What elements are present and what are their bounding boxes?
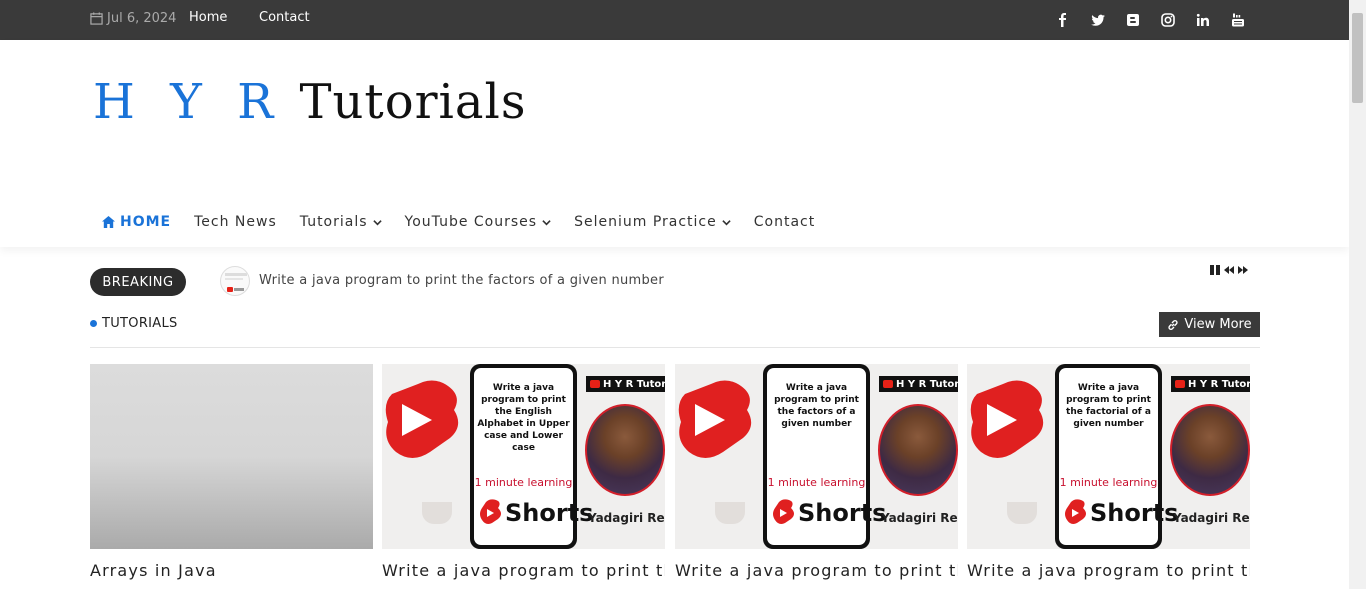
phone-mockup: Write a java program to print the Englis… [470, 364, 593, 549]
chevron-down-icon [542, 219, 551, 225]
instagram-icon[interactable] [1160, 12, 1176, 28]
author-photo [878, 404, 958, 496]
thumbnail-caption: Write a java program to print the factor… [774, 383, 859, 429]
phone-mockup: Write a java program to print the factor… [763, 364, 886, 549]
post-card[interactable]: Write a java program to print the factor… [967, 364, 1250, 580]
pause-icon[interactable] [1209, 264, 1221, 276]
site-logo[interactable]: H Y R Tutorials [93, 74, 526, 130]
breaking-thumbnail[interactable] [220, 266, 250, 296]
coffee-cup-decoration [422, 502, 452, 524]
nav-item-tech-news[interactable]: Tech News [194, 214, 277, 230]
site-header: H Y R Tutorials HOME Tech News Tutorials… [0, 40, 1349, 247]
previous-icon[interactable] [1223, 264, 1235, 276]
date-text: Jul 6, 2024 [107, 11, 177, 26]
youtube-shorts-logo-icon [678, 380, 752, 458]
thumbnail-learning-label: 1 minute learning [767, 476, 866, 489]
youtube-shorts-logo-icon [970, 380, 1044, 458]
post-thumbnail[interactable]: Write a java program to print the factor… [967, 364, 1250, 549]
thumbnail-caption: Write a java program to print the factor… [1066, 383, 1151, 429]
thumbnail-caption: Write a java program to print the Englis… [477, 383, 570, 453]
phone-mockup: Write a java program to print the factor… [1055, 364, 1178, 549]
section-divider [90, 347, 1260, 348]
shorts-label: Shorts [478, 498, 593, 528]
facebook-icon[interactable] [1055, 12, 1071, 28]
twitter-icon[interactable] [1090, 12, 1106, 28]
coffee-cup-decoration [715, 502, 745, 524]
blogger-icon[interactable] [1125, 12, 1141, 28]
nav-item-contact[interactable]: Contact [754, 214, 815, 230]
chevron-down-icon [372, 219, 382, 225]
shorts-label: Shorts [1063, 498, 1178, 528]
shorts-icon [773, 499, 794, 524]
post-title[interactable]: Write a java program to print the Englis… [382, 561, 665, 580]
post-title[interactable]: Arrays in Java [90, 561, 373, 580]
channel-badge: H Y R Tutorials [586, 376, 665, 392]
chevron-down-icon [722, 219, 731, 225]
post-card[interactable]: Write a java program to print the factor… [675, 364, 958, 580]
section-title: TUTORIALS [90, 316, 178, 331]
social-links [1055, 12, 1246, 28]
author-name: Yadagiri Reddy [1173, 511, 1250, 525]
author-photo [1170, 404, 1250, 496]
nav-label: YouTube Courses [404, 214, 538, 230]
thumbnail-learning-label: 1 minute learning [474, 476, 573, 489]
scrollbar-thumb[interactable] [1352, 13, 1363, 103]
nav-label: Selenium Practice [574, 214, 717, 230]
post-card[interactable]: Arrays in Java [90, 364, 373, 580]
top-bar: Jul 6, 2024 Home Contact [0, 0, 1349, 40]
shorts-icon [480, 499, 501, 524]
breaking-badge: BREAKING [90, 268, 186, 296]
author-photo [585, 404, 665, 496]
logo-part-1: H Y R [93, 74, 284, 130]
nav-label: Tutorials [299, 214, 368, 230]
youtube-shorts-logo-icon [385, 380, 459, 458]
topbar-link-home[interactable]: Home [189, 10, 227, 25]
link-icon [1168, 319, 1178, 330]
coffee-cup-decoration [1007, 502, 1037, 524]
topbar-link-contact[interactable]: Contact [259, 10, 310, 25]
nav-item-tutorials[interactable]: Tutorials [300, 214, 382, 230]
date-display: Jul 6, 2024 [90, 11, 176, 26]
page-scrollbar[interactable] [1349, 0, 1366, 589]
breaking-headline[interactable]: Write a java program to print the factor… [259, 273, 664, 288]
post-card[interactable]: Write a java program to print the Englis… [382, 364, 665, 580]
channel-badge: H Y R Tutorials [879, 376, 958, 392]
youtube-small-icon [1175, 380, 1185, 388]
post-thumbnail[interactable] [90, 364, 373, 549]
ticker-controls [1209, 264, 1249, 276]
view-more-button[interactable]: View More [1159, 312, 1260, 337]
youtube-small-icon [590, 380, 600, 388]
author-name: Yadagiri Reddy [588, 511, 665, 525]
shorts-icon [1065, 499, 1086, 524]
nav-home-label: HOME [120, 214, 172, 230]
author-name: Yadagiri Reddy [881, 511, 958, 525]
thumbnail-learning-label: 1 minute learning [1059, 476, 1158, 489]
shorts-label: Shorts [771, 498, 886, 528]
youtube-small-icon [883, 380, 893, 388]
section-title-text: TUTORIALS [102, 316, 178, 331]
nav-item-home[interactable]: HOME [102, 214, 171, 230]
post-title[interactable]: Write a java program to print the factor… [967, 561, 1250, 580]
nav-item-selenium-practice[interactable]: Selenium Practice [574, 214, 731, 230]
calendar-icon [90, 12, 103, 25]
view-more-label: View More [1184, 317, 1252, 332]
post-thumbnail[interactable]: Write a java program to print the factor… [675, 364, 958, 549]
nav-label: Tech News [194, 214, 277, 230]
main-nav: HOME Tech News Tutorials YouTube Courses… [90, 211, 838, 233]
home-icon [102, 216, 115, 228]
logo-part-2: Tutorials [299, 74, 527, 130]
post-title[interactable]: Write a java program to print the factor… [675, 561, 958, 580]
linkedin-icon[interactable] [1195, 12, 1211, 28]
section-dot [90, 320, 97, 327]
youtube-icon[interactable] [1230, 12, 1246, 28]
next-icon[interactable] [1237, 264, 1249, 276]
nav-label: Contact [753, 214, 816, 230]
channel-badge: H Y R Tutorials [1171, 376, 1250, 392]
nav-item-youtube-courses[interactable]: YouTube Courses [405, 214, 552, 230]
post-thumbnail[interactable]: Write a java program to print the Englis… [382, 364, 665, 549]
